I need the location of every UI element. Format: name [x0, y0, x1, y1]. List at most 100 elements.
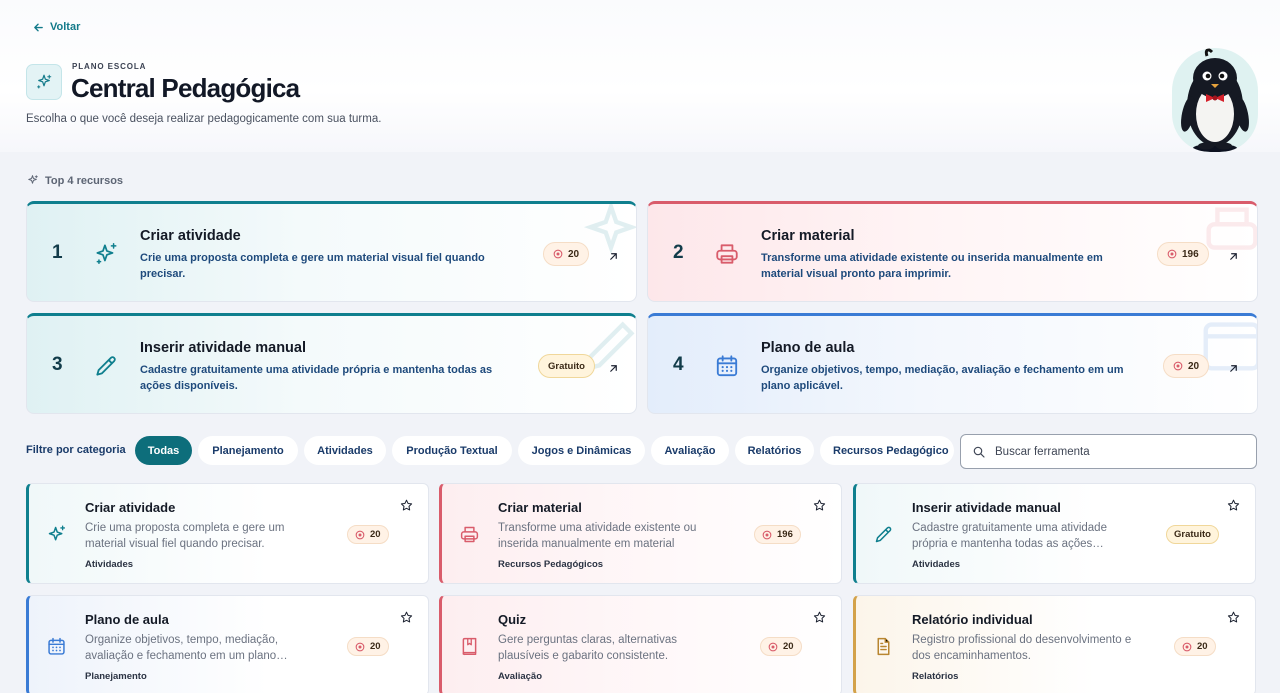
sparkles-icon [46, 524, 67, 545]
credit-value: 20 [1188, 360, 1200, 372]
calendar-icon [46, 636, 67, 657]
chip-planejamento[interactable]: Planejamento [198, 436, 298, 465]
star-icon[interactable] [400, 499, 413, 512]
credit-badge: 20 [760, 637, 802, 656]
card-description: Crie uma proposta completa e gere um mat… [140, 252, 485, 280]
star-icon[interactable] [1227, 499, 1240, 512]
arrow-up-right-icon[interactable] [608, 249, 619, 260]
star-icon[interactable] [1227, 611, 1240, 624]
sparkles-icon [28, 175, 38, 184]
star-icon[interactable] [813, 499, 826, 512]
coin-icon [1182, 642, 1192, 651]
search-box[interactable] [960, 434, 1257, 469]
tool-category: Planejamento [85, 671, 147, 682]
tool-title: Criar material [498, 500, 582, 515]
card-description: Cadastre gratuitamente uma atividade pró… [140, 364, 493, 392]
star-icon[interactable] [813, 611, 826, 624]
pencil-icon [93, 353, 119, 379]
tool-category: Atividades [912, 559, 961, 570]
card-title: Plano de aula [761, 340, 855, 356]
card-description: Transforme uma atividade existente ou in… [761, 252, 1103, 280]
credit-value: 20 [370, 529, 381, 540]
tool-description: Transforme uma atividade existente ou in… [498, 522, 697, 550]
arrow-up-right-icon[interactable] [1228, 361, 1239, 372]
tool-description: Registro profissional do desenvolvimento… [912, 634, 1132, 662]
book-icon [459, 636, 480, 657]
page-subtitle: Escolha o que você deseja realizar pedag… [26, 113, 382, 125]
card-description: Organize objetivos, tempo, mediação, ava… [761, 364, 1124, 392]
chip-jogos-e-dinamicas[interactable]: Jogos e Dinâmicas [518, 436, 645, 465]
coin-icon [355, 642, 365, 651]
top-card-criar-atividade[interactable]: 1 Criar atividade Crie uma proposta comp… [26, 201, 637, 302]
free-label: Gratuito [548, 360, 585, 372]
chip-recursos-pedagogicos[interactable]: Recursos Pedagógico [820, 436, 954, 465]
search-icon [973, 446, 985, 458]
tool-card-plano-de-aula[interactable]: Plano de aula Organize objetivos, tempo,… [26, 595, 429, 693]
credit-value: 196 [1182, 248, 1199, 260]
tool-description: Cadastre gratuitamente uma atividade pró… [912, 522, 1107, 550]
top-card-inserir-atividade[interactable]: 3 Inserir atividade manual Cadastre grat… [26, 313, 637, 414]
free-badge: Gratuito [1166, 525, 1219, 544]
top-resources-label: Top 4 recursos [26, 174, 123, 187]
penguin-mascot [1172, 48, 1258, 152]
credit-value: 196 [777, 529, 793, 540]
tool-category: Atividades [85, 559, 134, 570]
card-title: Inserir atividade manual [140, 340, 307, 356]
chip-atividades[interactable]: Atividades [304, 436, 386, 465]
top-card-criar-material[interactable]: 2 Criar material Transforme uma atividad… [647, 201, 1258, 302]
tool-description: Organize objetivos, tempo, mediação, ava… [85, 634, 288, 662]
tool-card-relatorio-individual[interactable]: Relatório individual Registro profission… [853, 595, 1256, 693]
tool-card-inserir-atividade[interactable]: Inserir atividade manual Cadastre gratui… [853, 483, 1256, 584]
credit-value: 20 [370, 641, 381, 652]
arrow-left-icon [34, 23, 43, 31]
printer-icon [459, 524, 480, 545]
pencil-icon [873, 524, 894, 545]
coin-icon [1167, 249, 1177, 259]
rank-number: 4 [673, 354, 684, 375]
coin-icon [355, 530, 365, 539]
tool-category: Recursos Pedagógicos [498, 559, 604, 570]
star-icon[interactable] [400, 611, 413, 624]
arrow-up-right-icon[interactable] [608, 361, 619, 372]
document-icon [873, 636, 894, 657]
tool-title: Relatório individual [912, 612, 1033, 627]
printer-icon [714, 241, 740, 267]
tool-title: Criar atividade [85, 500, 176, 515]
rank-number: 1 [52, 242, 63, 263]
free-badge: Gratuito [538, 354, 595, 378]
eyebrow: PLANO ESCOLA [72, 62, 147, 71]
top-card-plano-de-aula[interactable]: 4 Plano de aula Organize objetivos, temp… [647, 313, 1258, 414]
page-title: Central Pedagógica [71, 73, 300, 103]
coin-icon [553, 249, 563, 259]
credit-badge: 20 [347, 637, 389, 656]
tool-title: Plano de aula [85, 612, 169, 627]
coin-icon [1173, 361, 1183, 371]
tool-description: Gere perguntas claras, alternativas plau… [498, 634, 677, 662]
tool-card-criar-atividade[interactable]: Criar atividade Crie uma proposta comple… [26, 483, 429, 584]
chip-todas[interactable]: Todas [135, 436, 192, 465]
back-link[interactable]: Voltar [33, 21, 80, 33]
tool-card-criar-material[interactable]: Criar material Transforme uma atividade … [439, 483, 842, 584]
tool-card-quiz[interactable]: Quiz Gere perguntas claras, alternativas… [439, 595, 842, 693]
chip-relatorios[interactable]: Relatórios [735, 436, 814, 465]
credit-badge: 20 [1163, 354, 1210, 378]
coin-icon [768, 642, 778, 651]
tool-category: Avaliação [498, 671, 543, 682]
card-title: Criar atividade [140, 228, 241, 244]
credit-badge: 20 [1174, 637, 1216, 656]
rank-number: 2 [673, 242, 684, 263]
rank-number: 3 [52, 354, 63, 375]
chip-producao-textual[interactable]: Produção Textual [392, 436, 512, 465]
credit-badge: 20 [543, 242, 590, 266]
back-label: Voltar [50, 21, 81, 33]
free-label: Gratuito [1174, 529, 1211, 540]
arrow-up-right-icon[interactable] [1228, 249, 1239, 260]
credit-badge: 196 [1157, 242, 1209, 266]
credit-value: 20 [568, 248, 580, 260]
coin-icon [762, 530, 772, 539]
chip-avaliacao[interactable]: Avaliação [651, 436, 729, 465]
calendar-icon [714, 353, 740, 379]
credit-badge: 20 [347, 525, 389, 544]
search-input[interactable] [995, 445, 1235, 458]
filter-label: Filtre por categoria [26, 444, 126, 456]
